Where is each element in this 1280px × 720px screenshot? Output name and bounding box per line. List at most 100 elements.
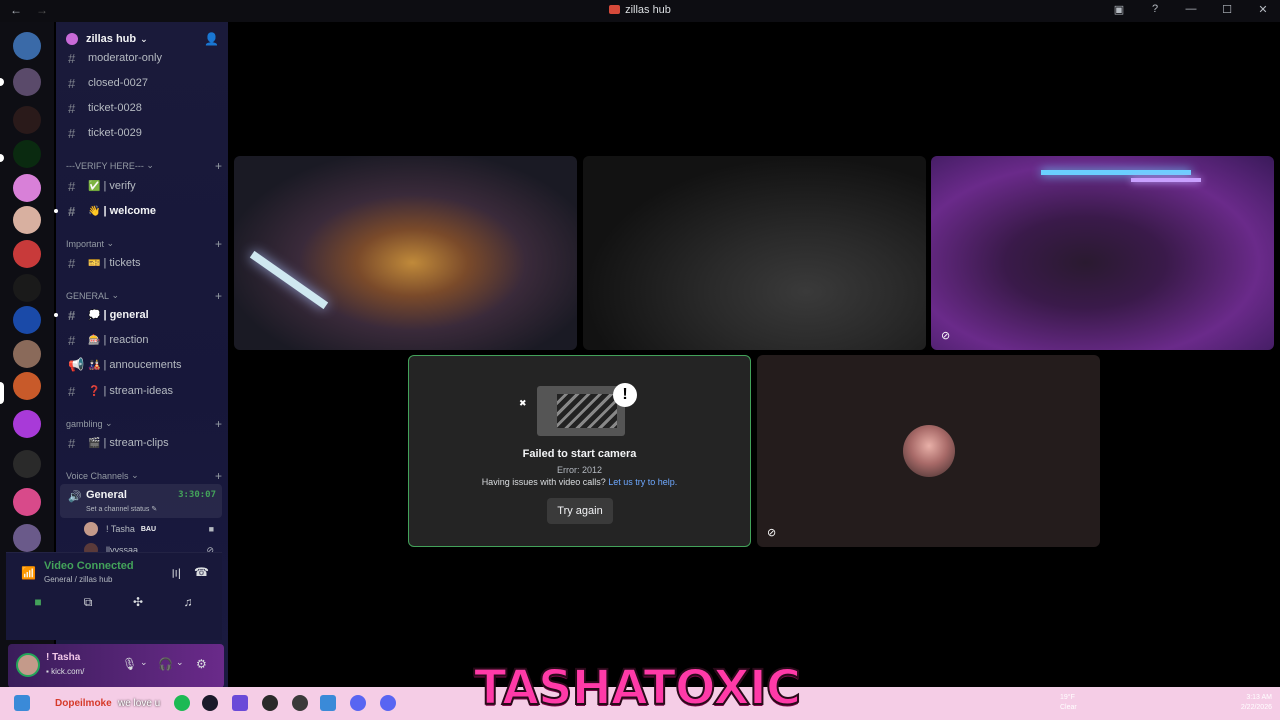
activities-button[interactable]: ✣ bbox=[116, 591, 160, 613]
channel-label: ticket-0028 bbox=[88, 102, 142, 114]
gear-icon[interactable]: ⚙ bbox=[196, 657, 207, 671]
server-icon[interactable] bbox=[13, 140, 41, 168]
minimize-icon[interactable]: — bbox=[1184, 3, 1198, 16]
server-icon[interactable] bbox=[13, 450, 41, 478]
server-icon[interactable] bbox=[13, 306, 41, 334]
add-channel-icon[interactable]: + bbox=[215, 469, 222, 483]
hash-icon: # bbox=[68, 255, 76, 271]
help-icon[interactable]: ? bbox=[1148, 3, 1162, 16]
app-icon[interactable] bbox=[202, 695, 218, 711]
server-icon[interactable] bbox=[13, 410, 41, 438]
discord-icon[interactable] bbox=[380, 695, 396, 711]
video-tile[interactable] bbox=[583, 156, 926, 350]
server-icon[interactable] bbox=[13, 174, 41, 202]
screen-static bbox=[557, 394, 617, 428]
weather-widget[interactable]: 19°F Clear bbox=[1060, 693, 1077, 713]
server-icon[interactable] bbox=[13, 274, 41, 302]
voice-connection-panel: 📶 Video Connected General / zillas hub 〣… bbox=[6, 552, 222, 640]
chevron-down-icon: ⌄ bbox=[140, 33, 148, 44]
chevron-down-icon[interactable]: ⌄ bbox=[176, 657, 184, 668]
server-icon[interactable] bbox=[13, 488, 41, 516]
screen-share-button[interactable]: ⧉ bbox=[66, 591, 110, 613]
alert-icon: ! bbox=[613, 383, 637, 407]
hash-icon: # bbox=[68, 75, 76, 91]
avatar-tile[interactable]: ⊘ bbox=[757, 355, 1100, 547]
screen-illustration bbox=[537, 386, 625, 436]
hash-icon: # bbox=[68, 50, 76, 66]
app-icon[interactable] bbox=[232, 695, 248, 711]
channel-stream-ideas[interactable]: # ❓ | stream-ideas bbox=[56, 380, 222, 402]
server-icon[interactable] bbox=[13, 32, 41, 60]
channel-moderator-only[interactable]: # moderator-only bbox=[56, 47, 222, 69]
server-icon[interactable] bbox=[13, 240, 41, 268]
voice-user[interactable]: ! Tasha BAU ■ bbox=[84, 520, 220, 538]
server-icon[interactable] bbox=[13, 372, 41, 400]
unread-pill bbox=[0, 154, 4, 162]
add-channel-icon[interactable]: + bbox=[215, 417, 222, 431]
hash-icon: # bbox=[68, 125, 76, 141]
noise-suppression-icon[interactable]: 〣 bbox=[170, 565, 182, 582]
category-voice[interactable]: Voice Channels ⌄ + bbox=[66, 469, 222, 483]
user-name[interactable]: ! Tasha bbox=[46, 652, 80, 663]
spotify-icon[interactable] bbox=[174, 695, 190, 711]
disconnect-icon[interactable]: ☎ bbox=[194, 565, 209, 579]
channel-tickets[interactable]: # 🎫 | tickets bbox=[56, 252, 222, 274]
app-icon[interactable] bbox=[320, 695, 336, 711]
discord-icon[interactable] bbox=[350, 695, 366, 711]
server-icon[interactable] bbox=[13, 68, 41, 96]
microphone-icon[interactable]: 🎙 bbox=[122, 657, 137, 671]
video-tile[interactable] bbox=[234, 156, 577, 350]
headphones-icon[interactable]: 🎧 bbox=[158, 657, 173, 671]
channel-stream-clips[interactable]: # 🎬 | stream-clips bbox=[56, 432, 222, 454]
category-general[interactable]: GENERAL ⌄ + bbox=[66, 289, 222, 303]
channel-welcome[interactable]: # 👋 | welcome bbox=[54, 200, 222, 222]
maximize-icon[interactable]: ☐ bbox=[1220, 3, 1234, 16]
server-icon[interactable] bbox=[13, 106, 41, 134]
connection-location[interactable]: General / zillas hub bbox=[44, 575, 112, 584]
avatar[interactable] bbox=[16, 653, 40, 677]
channel-closed-0027[interactable]: # closed-0027 bbox=[56, 72, 222, 94]
signal-icon[interactable]: 📶 bbox=[21, 566, 36, 580]
add-channel-icon[interactable]: + bbox=[215, 237, 222, 251]
channel-label: moderator-only bbox=[88, 52, 162, 64]
channel-reaction[interactable]: # 🎰 | reaction bbox=[56, 329, 222, 351]
channel-general[interactable]: # 💭 | general bbox=[54, 304, 222, 326]
server-name: zillas hub bbox=[86, 33, 137, 45]
clock[interactable]: 3:13 AM 2/22/2026 bbox=[1241, 693, 1272, 713]
server-icon[interactable] bbox=[13, 340, 41, 368]
help-link[interactable]: Let us try to help. bbox=[608, 477, 677, 487]
category-gambling[interactable]: gambling ⌄ + bbox=[66, 417, 222, 431]
channel-ticket-0029[interactable]: # ticket-0029 bbox=[56, 122, 222, 144]
channel-annoucements[interactable]: 📢 🎎 | annoucements bbox=[56, 354, 222, 376]
channel-label: | tickets bbox=[103, 257, 141, 269]
close-icon[interactable]: ✕ bbox=[1256, 3, 1270, 16]
channel-verify[interactable]: # ✅ | verify bbox=[56, 175, 222, 197]
video-tile[interactable]: ⊘ bbox=[931, 156, 1274, 350]
camera-button[interactable]: ■ bbox=[16, 591, 60, 613]
add-channel-icon[interactable]: + bbox=[215, 289, 222, 303]
hash-icon: # bbox=[68, 435, 76, 451]
add-channel-icon[interactable]: + bbox=[215, 159, 222, 173]
channel-status-link[interactable]: Set a channel status ✎ bbox=[86, 505, 157, 513]
category-important[interactable]: Important ⌄ + bbox=[66, 237, 222, 251]
camera-icon: ■ bbox=[208, 524, 214, 534]
chevron-down-icon[interactable]: ⌄ bbox=[140, 657, 148, 668]
app-icon[interactable] bbox=[262, 695, 278, 711]
chevron-down-icon: ⌄ bbox=[106, 238, 115, 248]
add-member-icon[interactable]: 👤 bbox=[204, 32, 219, 46]
server-icon[interactable] bbox=[13, 206, 41, 234]
channel-label: ticket-0029 bbox=[88, 127, 142, 139]
soundboard-button[interactable]: ♫ bbox=[166, 591, 210, 613]
category-verify[interactable]: ---VERIFY HERE--- ⌄ + bbox=[66, 159, 222, 173]
broken-camera-illustration: ✖ ! bbox=[517, 380, 653, 436]
try-again-button[interactable]: Try again bbox=[547, 498, 613, 524]
channel-label: | general bbox=[103, 309, 149, 321]
voice-channel-general[interactable]: 🔊 General 3:30:07 Set a channel status ✎ bbox=[60, 484, 222, 518]
server-icon[interactable] bbox=[13, 524, 41, 552]
camera-error-tile[interactable]: ✖ ! Failed to start camera Error: 2012 H… bbox=[408, 355, 751, 547]
start-icon[interactable] bbox=[14, 695, 30, 711]
channel-ticket-0028[interactable]: # ticket-0028 bbox=[56, 97, 222, 119]
weather-temp: 19°F bbox=[1060, 694, 1075, 701]
app-icon[interactable] bbox=[292, 695, 308, 711]
inbox-icon[interactable]: ▣ bbox=[1112, 3, 1126, 16]
